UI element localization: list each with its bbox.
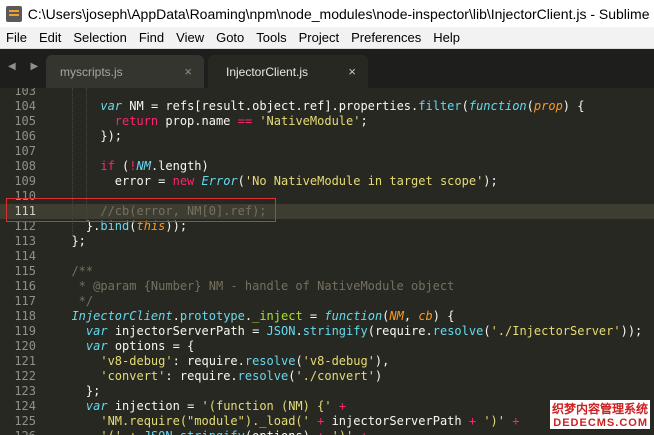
code-line: InjectorClient.prototype._inject = funct… — [71, 309, 455, 323]
window-title: C:\Users\joseph\AppData\Roaming\npm\node… — [27, 5, 654, 22]
code-line: */ — [71, 294, 94, 308]
code-line: }; — [57, 384, 101, 398]
code-line: var injectorServerPath = JSON.stringify(… — [85, 324, 643, 338]
code-line: '(' + JSON.stringify(options) + ')' + — [57, 429, 367, 435]
line-number: 103 — [14, 88, 36, 98]
watermark: 织梦内容管理系统 DEDECMS.COM — [549, 400, 650, 429]
tab-label: myscripts.js — [60, 64, 123, 79]
line-number: 105 — [14, 114, 36, 128]
menu-tools[interactable]: Tools — [250, 30, 292, 45]
code-line: return prop.name == 'NativeModule'; — [114, 114, 368, 128]
code-line: 'v8-debug': require.resolve('v8-debug'), — [100, 354, 390, 368]
line-number: 118 — [14, 309, 36, 323]
code-line: }); — [57, 129, 123, 143]
line-number: 123 — [14, 384, 36, 398]
line-number: 109 — [14, 174, 36, 188]
menu-find[interactable]: Find — [133, 30, 170, 45]
tab-close-icon[interactable]: × — [348, 64, 356, 79]
menu-edit[interactable]: Edit — [33, 30, 67, 45]
line-number: 106 — [14, 129, 36, 143]
line-number: 121 — [14, 354, 36, 368]
code-editor[interactable]: 103 104 105 106 107 108 109 110 111 112 … — [0, 88, 654, 435]
menu-file[interactable]: File — [0, 30, 33, 45]
tab-myscripts[interactable]: myscripts.js × — [46, 55, 204, 88]
line-number: 124 — [14, 399, 36, 413]
line-number: 113 — [14, 234, 36, 248]
menu-goto[interactable]: Goto — [210, 30, 250, 45]
code-line: error = new Error('No NativeModule in ta… — [57, 174, 498, 188]
line-number: 108 — [14, 159, 36, 173]
code-line: * @param {Number} NM - handle of NativeM… — [71, 279, 455, 293]
tab-injectorclient[interactable]: InjectorClient.js × — [208, 55, 368, 88]
line-number: 119 — [14, 324, 36, 338]
watermark-line1: 织梦内容管理系统 — [549, 400, 650, 417]
tab-close-icon[interactable]: × — [184, 64, 192, 79]
line-number: 115 — [14, 264, 36, 278]
tab-label: InjectorClient.js — [226, 64, 309, 79]
line-number: 116 — [14, 279, 36, 293]
highlight-annotation-box — [6, 198, 276, 222]
tab-nav-arrows-icon[interactable]: ◀ ▶ — [8, 61, 44, 72]
menu-preferences[interactable]: Preferences — [345, 30, 427, 45]
line-number: 107 — [14, 144, 36, 158]
code-line: var options = { — [85, 339, 195, 353]
menu-selection[interactable]: Selection — [67, 30, 132, 45]
menu-view[interactable]: View — [170, 30, 210, 45]
watermark-line2: DEDECMS.COM — [549, 417, 650, 429]
line-number: 114 — [14, 249, 36, 263]
title-bar: C:\Users\joseph\AppData\Roaming\npm\node… — [0, 0, 654, 27]
code-line: /** — [71, 264, 94, 278]
line-number: 104 — [14, 99, 36, 113]
code-line: var injection = '(function (NM) {' + — [85, 399, 347, 413]
line-number: 125 — [14, 414, 36, 428]
menu-bar: File Edit Selection Find View Goto Tools… — [0, 27, 654, 49]
code-line: 'NM.require("module")._load(' + injector… — [100, 414, 520, 428]
code-line: 'convert': require.resolve('./convert') — [100, 369, 383, 383]
code-line: }; — [57, 234, 86, 248]
line-number: 117 — [14, 294, 36, 308]
menu-help[interactable]: Help — [427, 30, 466, 45]
line-number-gutter: 103 104 105 106 107 108 109 110 111 112 … — [0, 88, 44, 435]
code-line: var NM = refs[result.object.ref].propert… — [100, 99, 585, 113]
line-number: 126 — [0, 429, 36, 435]
tab-bar: ◀ ▶ myscripts.js × InjectorClient.js × — [0, 49, 654, 88]
sublime-app-icon — [6, 5, 22, 22]
menu-project[interactable]: Project — [293, 30, 345, 45]
code-line: if (!NM.length) — [100, 159, 209, 173]
line-number: 122 — [14, 369, 36, 383]
line-number: 120 — [14, 339, 36, 353]
